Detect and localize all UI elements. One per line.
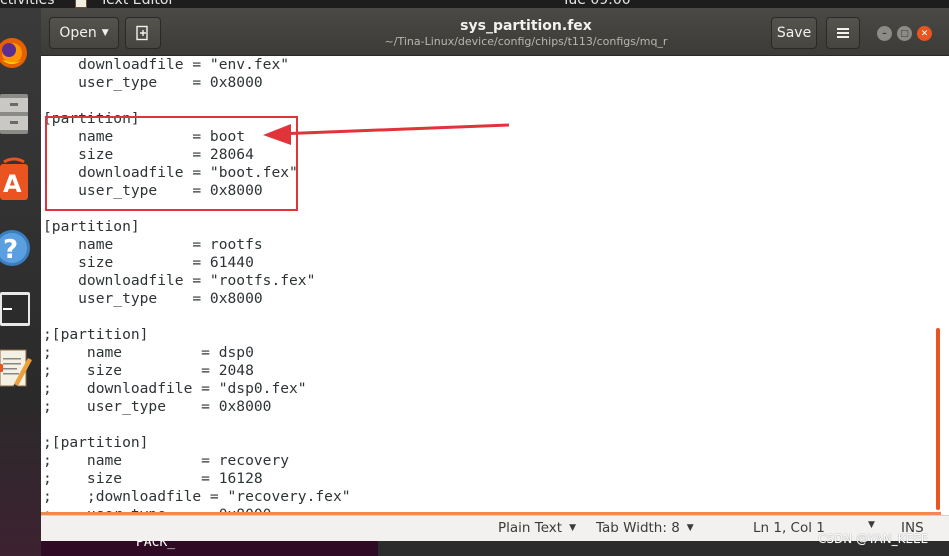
app-menu[interactable]: Text Editor [100,0,174,8]
red-arrow-annotation [263,123,510,145]
vertical-scrollbar[interactable] [936,328,940,510]
help-icon[interactable]: ? [0,222,34,274]
header-bar: Open ▼ sys_partition.fex ~/Tina-Linux/de… [41,8,949,56]
svg-text:?: ? [3,235,18,265]
tab-width-selector[interactable]: Tab Width: 8 ▼ [596,520,694,536]
hamburger-menu-icon [837,28,849,38]
minimize-button[interactable]: – [877,26,892,41]
dock: A ? [0,8,41,556]
language-label: Plain Text [498,520,563,536]
text-editor-window: Open ▼ sys_partition.fex ~/Tina-Linux/de… [41,8,949,541]
running-indicator [0,364,3,372]
open-button-label: Open [59,25,97,41]
close-button[interactable]: ✕ [917,26,932,41]
minimize-icon: – [882,28,887,39]
text-editor-area[interactable]: downloadfile = "env.fex" user_type = 0x8… [41,56,949,515]
window-subtitle: ~/Tina-Linux/device/config/chips/t113/co… [384,35,668,48]
text-editor-app-icon [75,0,87,8]
hamburger-menu-button[interactable] [826,17,860,49]
cursor-position-label: Ln 1, Col 1 [753,520,825,536]
window-title: sys_partition.fex [460,18,592,34]
language-selector[interactable]: Plain Text ▼ [498,520,576,536]
text-editor-icon[interactable] [0,344,34,396]
caret-down-icon: ▼ [569,523,576,533]
terminal-icon[interactable] [0,288,34,334]
cursor-position-selector[interactable]: Ln 1, Col 1 [753,520,825,536]
new-document-button[interactable] [125,17,161,49]
terminal-text: PACK_ [136,541,176,550]
watermark: CSDN @YAN_KEEE [818,532,929,546]
activities-button[interactable]: ctivities [0,0,55,8]
open-button[interactable]: Open ▼ [49,17,119,49]
firefox-icon[interactable] [0,30,34,76]
clock[interactable]: Tue 09:00 [562,0,631,8]
tab-width-label: Tab Width: 8 [596,520,680,536]
new-document-icon [136,25,148,41]
software-center-icon[interactable]: A [0,156,34,206]
cursor-position-dropdown[interactable]: ▼ [861,520,875,530]
caret-down-icon: ▼ [686,523,694,533]
chevron-down-icon: ▼ [101,28,109,38]
top-bar: ctivities Text Editor Tue 09:00 [0,0,949,8]
save-button[interactable]: Save [771,17,817,49]
files-icon[interactable] [0,88,34,140]
svg-text:A: A [3,170,22,198]
maximize-button[interactable]: □ [897,26,912,41]
maximize-icon: □ [900,28,909,39]
status-bar: Plain Text ▼ Tab Width: 8 ▼ Ln 1, Col 1 … [41,515,949,541]
background-terminal: PACK_ [41,541,378,556]
window-title-area: sys_partition.fex ~/Tina-Linux/device/co… [291,17,761,49]
caret-down-icon: ▼ [868,520,875,530]
close-icon: ✕ [920,28,929,39]
